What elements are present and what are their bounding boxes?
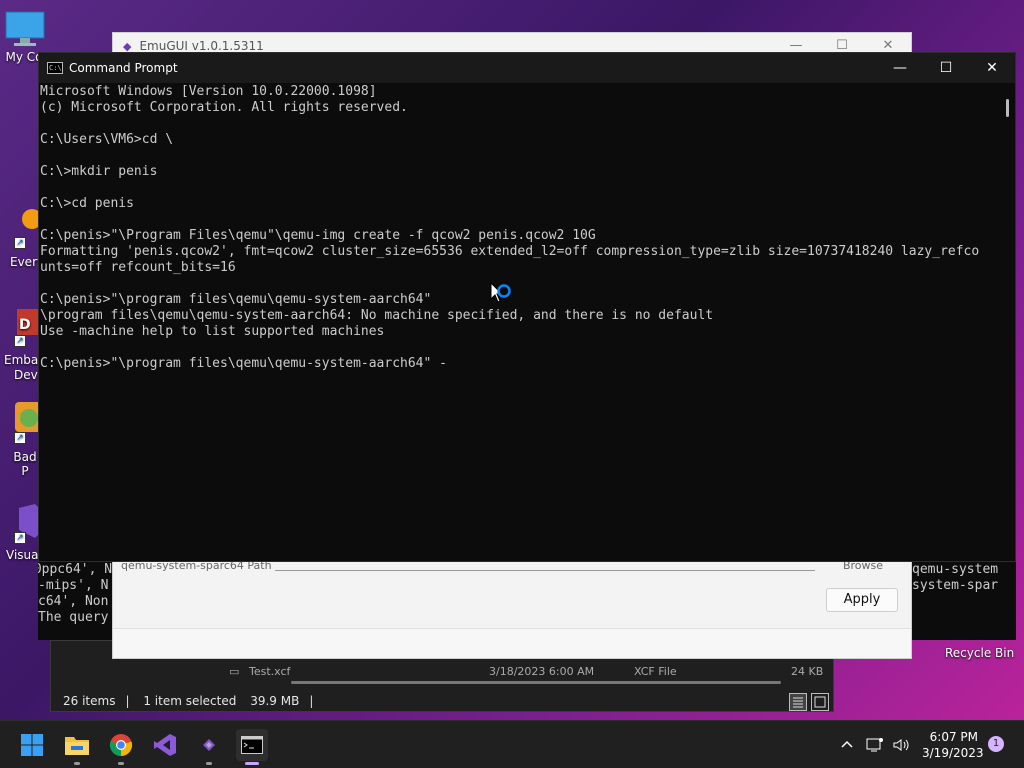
console-line: \program files\qemu\qemu-system-aarch64:…: [40, 308, 714, 323]
shortcut-arrow-icon: ↗: [14, 335, 26, 347]
apply-button[interactable]: Apply: [826, 588, 898, 612]
taskbar: 6:07 PM 3/19/2023: [0, 720, 1024, 768]
shortcut-arrow-icon: ↗: [14, 432, 26, 444]
start-button[interactable]: [16, 729, 48, 761]
console-line: Microsoft Windows [Version 10.0.22000.10…: [40, 84, 377, 99]
console-line: C:\penis>"\program files\qemu\qemu-syste…: [40, 292, 432, 307]
running-indicator: [206, 762, 212, 765]
emugui-icon: [203, 739, 215, 751]
cmd-title: Command Prompt: [69, 61, 178, 75]
tiles-view-icon: [814, 696, 826, 708]
desktop-icon-label: Visual: [6, 548, 42, 562]
network-icon[interactable]: [866, 737, 884, 753]
minimize-button[interactable]: —: [877, 53, 923, 83]
command-prompt-window[interactable]: C:\ Command Prompt — ☐ ✕ Microsoft Windo…: [38, 52, 1016, 562]
cmd-titlebar[interactable]: C:\ Command Prompt: [39, 53, 1015, 83]
item-count: 26 items: [63, 694, 116, 708]
console-line: unts=off refcount_bits=16: [40, 260, 236, 275]
console-line: The query: [38, 610, 109, 625]
desktop-icon-everything[interactable]: ↗ Every: [0, 205, 44, 269]
desktop-icon-bad-piggies[interactable]: ↗ Bad P: [0, 400, 42, 478]
file-list-row[interactable]: ▭ Test.xcf 3/18/2023 6:00 AM XCF File 24…: [229, 665, 829, 677]
running-indicator: [118, 762, 124, 765]
console-line: system-spar: [912, 578, 999, 593]
visual-studio-icon: [154, 734, 176, 756]
console-line: (c) Microsoft Corporation. All rights re…: [40, 100, 408, 115]
clock-date: 3/19/2023: [922, 746, 984, 760]
console-line: C:\penis>"\Program Files\qemu"\qemu-img …: [40, 228, 596, 243]
file-size: 24 KB: [791, 665, 824, 677]
folder-icon: [65, 737, 89, 755]
file-date: 3/18/2023 6:00 AM: [489, 665, 595, 677]
file-name: Test.xcf: [249, 665, 291, 677]
desktop-icon-visual-studio[interactable]: ↗ Visual: [0, 500, 42, 562]
console-line: Formatting 'penis.qcow2', fmt=qcow2 clus…: [40, 244, 980, 259]
emugui-app-icon: ◆: [123, 39, 132, 53]
notification-badge[interactable]: 1: [988, 736, 1004, 752]
details-view-button[interactable]: [789, 693, 807, 711]
close-button[interactable]: ✕: [969, 53, 1015, 83]
status-bar: 26 items | 1 item selected 39.9 MB |: [63, 694, 314, 708]
selection-count: 1 item selected: [143, 694, 237, 708]
pointer-busy-icon: [490, 281, 511, 303]
cmd-app-icon: C:\: [47, 62, 63, 74]
maximize-button[interactable]: ☐: [923, 53, 969, 83]
chrome-icon: [109, 734, 133, 757]
details-view-icon: [793, 697, 803, 708]
console-line: C:\Users\VM6>cd \: [40, 132, 174, 147]
desktop-icon-embarcadero[interactable]: D ↗ Embar Dev-: [0, 305, 43, 382]
taskbar-command-prompt[interactable]: [236, 729, 268, 765]
desktop-icon-recycle-bin[interactable]: Recycle Bin: [945, 646, 1014, 660]
shortcut-arrow-icon: ↗: [14, 532, 26, 544]
background-console-left: 20ppc64', N -mips', N c64', Non The quer…: [38, 562, 114, 640]
terminal-icon: [241, 736, 263, 754]
running-indicator: [245, 762, 259, 765]
console-line: Use -machine help to list supported mach…: [40, 324, 385, 339]
tiles-view-button[interactable]: [811, 693, 829, 711]
console-line: -mips', N: [38, 578, 109, 593]
windows-logo-icon: [21, 734, 43, 756]
busy-cursor: [490, 281, 516, 314]
console-line: qemu-system: [912, 562, 999, 577]
taskbar-visual-studio[interactable]: [149, 729, 181, 761]
monitor-icon: [5, 11, 45, 46]
emugui-bottom-bar: [113, 628, 911, 658]
chevron-up-icon[interactable]: [840, 738, 854, 752]
vertical-scrollbar[interactable]: [1006, 99, 1009, 117]
svg-text:D: D: [19, 317, 31, 333]
taskbar-emugui[interactable]: [193, 729, 225, 765]
desktop-icon-label: Bad P: [13, 450, 37, 478]
taskbar-clock[interactable]: 6:07 PM 3/19/2023: [922, 729, 984, 761]
console-line: C:\>mkdir penis: [40, 164, 158, 179]
desktop-icon-label: My Co: [5, 50, 43, 64]
clock-time: 6:07 PM: [929, 730, 978, 744]
shortcut-arrow-icon: ↗: [14, 237, 26, 249]
console-line: C:\>cd penis: [40, 196, 134, 211]
horizontal-scrollbar[interactable]: [291, 681, 781, 684]
path-input[interactable]: [275, 570, 815, 571]
emugui-title: EmuGUI v1.0.1.5311: [139, 39, 264, 53]
taskbar-chrome[interactable]: [105, 729, 137, 765]
background-console-right: qemu-system system-spar: [908, 562, 1016, 640]
console-line: 20ppc64', N: [38, 562, 113, 577]
selection-size: 39.9 MB: [250, 694, 300, 708]
taskbar-file-explorer[interactable]: [61, 729, 93, 765]
console-line: c64', Non: [38, 594, 109, 609]
console-line: C:\penis>"\program files\qemu\qemu-syste…: [40, 356, 447, 371]
running-indicator: [74, 762, 80, 765]
console-output[interactable]: Microsoft Windows [Version 10.0.22000.10…: [40, 84, 1000, 554]
file-icon: ▭: [229, 665, 240, 677]
volume-icon[interactable]: [892, 737, 910, 753]
file-type: XCF File: [634, 665, 677, 677]
